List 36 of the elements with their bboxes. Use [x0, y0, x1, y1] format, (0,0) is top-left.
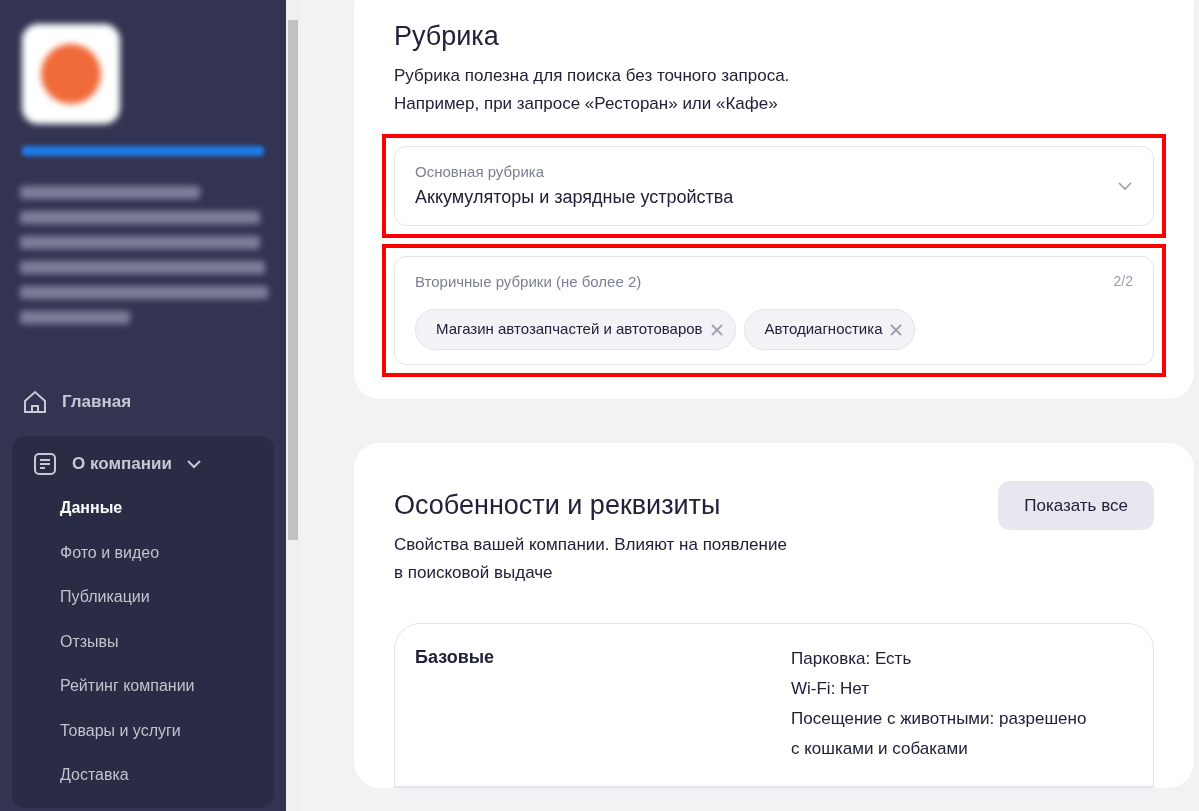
- tag-label: Магазин автозапчастей и автотоваров: [436, 319, 703, 340]
- close-icon[interactable]: [710, 323, 723, 336]
- close-icon[interactable]: [890, 323, 903, 336]
- field-label: Основная рубрика: [415, 162, 546, 183]
- tag-label: Автодиагностика: [764, 319, 883, 340]
- show-all-button[interactable]: Показать все: [998, 480, 1154, 531]
- scrollbar-thumb[interactable]: [288, 20, 298, 540]
- category-select[interactable]: Основная рубрика Аккумуляторы и зарядные устройства: [394, 146, 1154, 226]
- feature-value: с кошками и собаками: [791, 738, 969, 761]
- nav-subitem[interactable]: Данные: [22, 486, 264, 531]
- field-value: Аккумуляторы и зарядные устройства: [415, 185, 735, 209]
- nav-subitem[interactable]: Фото и видео: [22, 530, 264, 575]
- section-title: Рубрика: [394, 20, 500, 53]
- nav-subitem[interactable]: Доставка: [22, 753, 264, 798]
- tag-input-field[interactable]: Вторичные рубрики (не более 2) 2/2 Магазин автозапчастей и автотоваров Автодиагностика: [394, 255, 1154, 365]
- feature-value: Посещение с животными: разрешено: [791, 708, 1087, 731]
- nav-item[interactable]: О компании: [22, 442, 264, 486]
- chevron-icon: [1117, 181, 1133, 192]
- section-title: Особенности и реквизиты: [394, 488, 721, 522]
- document-icon: [32, 451, 58, 477]
- nav-subitem[interactable]: Отзывы: [22, 619, 264, 664]
- nav-subitem[interactable]: Товары и услуги: [22, 708, 264, 753]
- feature-value: Парковка: Есть: [791, 648, 913, 671]
- group-name: Базовые: [415, 646, 496, 670]
- section-description: Свойства вашей компании. Влияют на появление в поисковой выдаче: [394, 534, 788, 585]
- nav-subitem[interactable]: Публикации: [22, 575, 264, 620]
- nav-subitem[interactable]: Рейтинг компании: [22, 664, 264, 709]
- field-label: Вторичные рубрики (не более 2): [415, 271, 642, 292]
- nav-label: О компании: [72, 453, 172, 476]
- nav-label: Главная: [62, 391, 132, 414]
- nav-item[interactable]: Главная: [12, 380, 274, 424]
- scrollbar[interactable]: [286, 0, 300, 811]
- section-description: Рубрика полезна для поиска без точного запроса. Например, при запросе «Ресторан» или «Кафе»: [394, 65, 791, 116]
- feature-value: Wi-Fi: Нет: [791, 678, 871, 701]
- home-icon: [22, 389, 48, 415]
- counter: 2/2: [1113, 271, 1133, 291]
